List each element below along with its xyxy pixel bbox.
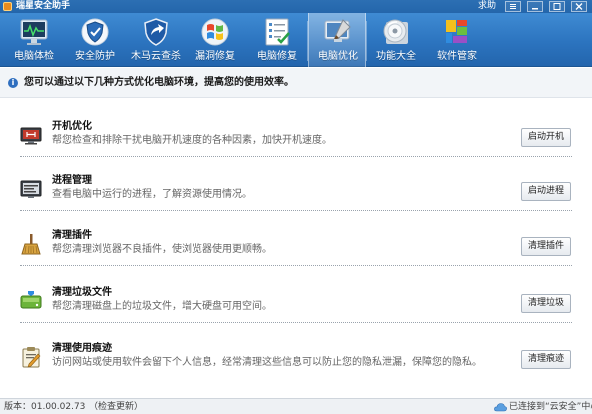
item-title: 进程管理	[52, 175, 92, 186]
menu-icon[interactable]	[505, 1, 521, 12]
tab-label: 软件管家	[437, 51, 477, 62]
clean-plugins-button[interactable]: 清理插件	[521, 237, 571, 256]
monitor-checkup-icon	[20, 19, 48, 45]
list-item-clean-plugins: 清理插件 帮您清理浏览器不良插件，使浏览器使用更顺畅。 清理插件	[0, 225, 592, 281]
windows-patch-icon	[201, 18, 229, 46]
tab-label: 电脑体检	[14, 51, 54, 62]
item-title: 清理垃圾文件	[52, 287, 112, 298]
list-item-clean-traces: 清理使用痕迹 访问网站或使用软件会留下个人信息，经常清理这些信息可以防止您的隐私…	[0, 338, 592, 394]
item-title: 开机优化	[52, 121, 92, 132]
shield-protection-icon	[81, 18, 109, 46]
tab-label: 木马云查杀	[131, 51, 181, 62]
tab-vulnerability-repair[interactable]: 漏洞修复	[186, 13, 244, 67]
window-title: 瑞星安全助手	[16, 1, 71, 11]
tab-label: 电脑优化	[318, 51, 358, 62]
connection-status: 已连接到“云安全”中心	[509, 402, 592, 412]
tab-security-protection[interactable]: 安全防护	[66, 13, 124, 67]
app-logo-icon	[3, 2, 12, 11]
list-item-process-manager: 进程管理 查看电脑中运行的进程，了解资源使用情况。 启动进程	[0, 170, 592, 226]
status-bar: 版本：01.00.02.73 （检查更新） 已连接到“云安全”中心	[0, 398, 592, 414]
clean-junk-button[interactable]: 清理垃圾	[521, 294, 571, 313]
item-description: 查看电脑中运行的进程，了解资源使用情况。	[52, 189, 252, 200]
checklist-repair-icon	[265, 18, 290, 46]
version-label: 版本：01.00.02.73	[4, 402, 86, 412]
tab-computer-checkup[interactable]: 电脑体检	[5, 13, 63, 67]
item-divider	[20, 322, 572, 323]
tab-computer-repair[interactable]: 电脑修复	[248, 13, 306, 67]
list-item-startup-optimize: 开机优化 帮您检查和排除干扰电脑开机速度的各种因素，加快开机速度。 启动开机	[0, 116, 592, 172]
item-title: 清理插件	[52, 230, 92, 241]
tab-label: 漏洞修复	[195, 51, 235, 62]
main-toolbar: 电脑体检 安全防护 木马云查杀 漏洞修复 电脑修复 电脑优化 功能大全 软件管家	[0, 13, 592, 67]
info-bar: i 您可以通过以下几种方式优化电脑环境，提高您的使用效率。	[0, 68, 592, 98]
minimize-icon[interactable]	[527, 1, 543, 12]
item-description: 帮您清理磁盘上的垃圾文件，增大硬盘可用空间。	[52, 301, 272, 312]
maximize-icon[interactable]	[549, 1, 565, 12]
item-description: 访问网站或使用软件会留下个人信息，经常清理这些信息可以防止您的隐私泄漏，保障您的…	[52, 357, 482, 368]
item-description: 帮您检查和排除干扰电脑开机速度的各种因素，加快开机速度。	[52, 135, 332, 146]
startup-optimize-icon	[20, 127, 42, 145]
tab-trojan-cloud-scan[interactable]: 木马云查杀	[127, 13, 185, 67]
tab-label: 安全防护	[75, 51, 115, 62]
brush-optimize-icon	[324, 19, 351, 42]
item-divider	[20, 265, 572, 266]
shield-cloud-scan-icon	[144, 18, 168, 46]
broom-icon	[21, 234, 41, 255]
title-bar: 瑞星安全助手 求助	[0, 0, 592, 13]
help-link[interactable]: 求助	[478, 0, 496, 13]
start-process-button[interactable]: 启动进程	[521, 182, 571, 201]
item-divider	[20, 210, 572, 211]
check-update-link[interactable]: （检查更新）	[89, 401, 143, 413]
item-description: 帮您清理浏览器不良插件，使浏览器使用更顺畅。	[52, 244, 272, 255]
info-icon: i	[8, 78, 18, 88]
tab-label: 电脑修复	[257, 51, 297, 62]
cd-tools-icon	[383, 19, 408, 44]
tab-software-manager[interactable]: 软件管家	[428, 13, 486, 67]
close-icon[interactable]	[571, 1, 587, 12]
clipboard-trace-icon	[22, 347, 41, 368]
info-text: 您可以通过以下几种方式优化电脑环境，提高您的使用效率。	[24, 77, 294, 88]
tab-function-suite[interactable]: 功能大全	[367, 13, 425, 67]
clean-traces-button[interactable]: 清理痕迹	[521, 350, 571, 369]
process-monitor-icon	[20, 180, 42, 198]
software-blocks-icon	[446, 20, 467, 43]
list-item-clean-junk-files: 清理垃圾文件 帮您清理磁盘上的垃圾文件，增大硬盘可用空间。 清理垃圾	[0, 282, 592, 338]
disk-clean-icon	[20, 291, 42, 309]
item-divider	[20, 156, 572, 157]
tab-label: 功能大全	[376, 51, 416, 62]
start-boot-button[interactable]: 启动开机	[521, 128, 571, 147]
cloud-icon	[494, 403, 507, 412]
tab-computer-optimize[interactable]: 电脑优化	[308, 13, 366, 67]
item-title: 清理使用痕迹	[52, 343, 112, 354]
